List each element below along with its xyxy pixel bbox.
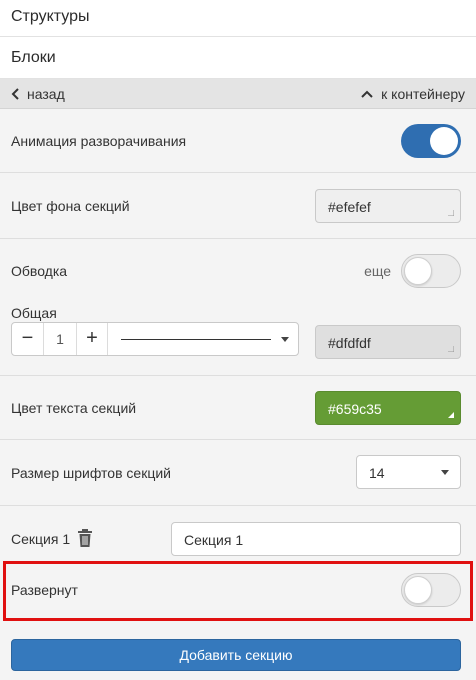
section-text-color-row: Цвет текста секций #659c35 [0, 376, 476, 440]
chevron-down-icon [441, 470, 449, 475]
back-link[interactable]: назад [9, 86, 65, 102]
expand-animation-label: Анимация разворачивания [11, 133, 187, 149]
section-text-color-value: #659c35 [328, 401, 382, 417]
chevron-left-icon [11, 88, 19, 100]
toggle-knob [404, 257, 432, 285]
border-width-stepper: − 1 + [11, 322, 299, 356]
nav-structures-label: Структуры [11, 8, 90, 25]
add-section-button[interactable]: Добавить секцию [11, 639, 461, 671]
border-color-input[interactable]: #dfdfdf [315, 325, 461, 359]
border-label: Обводка [11, 263, 68, 279]
toggle-knob [430, 127, 458, 155]
back-label: назад [27, 86, 65, 102]
section-text-color-label: Цвет текста секций [11, 400, 137, 416]
chevron-down-icon [281, 337, 289, 342]
expand-animation-row: Анимация разворачивания [0, 110, 476, 173]
decrement-button[interactable]: − [12, 323, 44, 355]
section-bg-color-label: Цвет фона секций [11, 198, 130, 214]
section1-name-input[interactable]: Секция 1 [171, 522, 461, 556]
section-bg-color-input[interactable]: #efefef [315, 189, 461, 223]
chevron-up-icon [361, 90, 373, 98]
highlight-box [3, 561, 473, 621]
trash-icon[interactable] [77, 529, 93, 547]
section1-name-value: Секция 1 [184, 532, 244, 548]
section-font-size-row: Размер шрифтов секций 14 [0, 440, 476, 506]
border-width-value[interactable]: 1 [44, 323, 76, 355]
border-general-label: Общая [11, 305, 57, 321]
border-row: Обводка еще Общая − 1 + #dfdfdf [0, 239, 476, 376]
section1-row: Секция 1 Секция 1 [0, 506, 476, 560]
more-label[interactable]: еще [364, 263, 391, 279]
back-bar: назад к контейнеру [0, 79, 476, 109]
section-font-size-label: Размер шрифтов секций [11, 465, 171, 481]
resize-corner-icon [448, 210, 454, 216]
section-text-color-input[interactable]: #659c35 [315, 391, 461, 425]
section1-label: Секция 1 [11, 531, 71, 547]
resize-corner-icon [448, 346, 454, 352]
section-bg-color-row: Цвет фона секций #efefef [0, 173, 476, 239]
section-font-size-value: 14 [369, 465, 385, 481]
border-style-line [121, 339, 271, 340]
border-color-value: #dfdfdf [328, 335, 371, 351]
nav-blocks[interactable]: Блоки [0, 37, 476, 79]
to-container-link[interactable]: к контейнеру [359, 86, 465, 102]
section-font-size-select[interactable]: 14 [356, 455, 461, 489]
nav-structures[interactable]: Структуры [0, 0, 476, 37]
border-toggle[interactable] [401, 254, 461, 288]
increment-button[interactable]: + [76, 323, 108, 355]
border-style-select[interactable] [109, 323, 299, 355]
nav-blocks-label: Блоки [11, 49, 56, 66]
resize-corner-icon [448, 412, 454, 418]
section-bg-color-value: #efefef [328, 199, 371, 215]
to-container-label: к контейнеру [381, 86, 465, 102]
expand-animation-toggle[interactable] [401, 124, 461, 158]
